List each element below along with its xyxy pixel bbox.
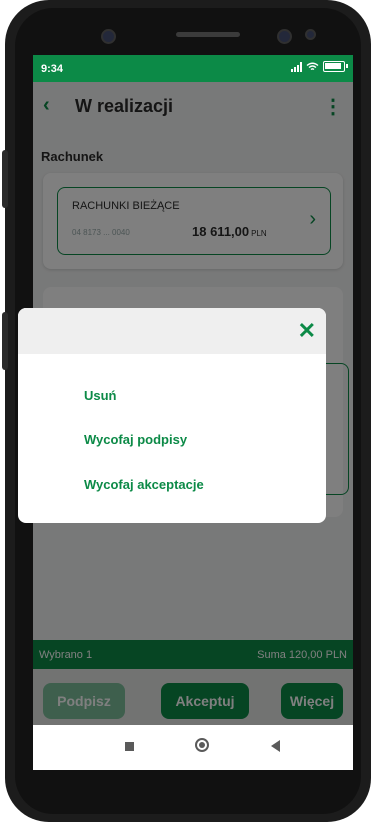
option-withdraw-acceptances[interactable]: Wycofaj akceptacje [84,477,204,492]
home-icon[interactable] [195,738,209,752]
front-camera [101,29,116,44]
phone-speaker [176,32,240,37]
option-withdraw-signatures[interactable]: Wycofaj podpisy [84,432,187,447]
status-time: 9:34 [41,63,64,75]
status-bar: 9:34 [33,55,353,82]
sensor [277,29,292,44]
status-icons [291,61,348,72]
close-icon[interactable]: ✕ [298,318,316,344]
system-nav-bar [33,725,353,770]
option-delete[interactable]: Usuń [84,388,117,403]
signal-icon [291,61,302,72]
sensor-small [305,29,316,40]
recent-apps-icon[interactable] [125,742,134,751]
back-nav-icon[interactable] [271,740,280,752]
side-button [2,312,8,370]
volume-button [2,150,8,208]
battery-icon [323,61,348,72]
actions-dialog: ✕ Usuń Wycofaj podpisy Wycofaj akceptacj… [18,308,326,523]
wifi-icon [306,62,319,70]
dialog-header: ✕ [18,308,326,354]
